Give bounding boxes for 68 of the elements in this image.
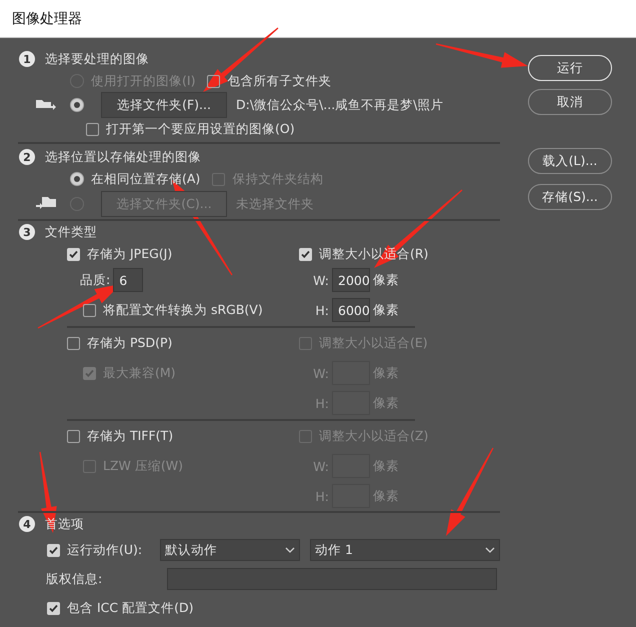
chevron-down-icon <box>485 547 495 553</box>
folder-arrow-icon <box>36 197 56 211</box>
checkbox-label: 调整大小以适合(Z) <box>319 428 428 444</box>
action-set-dropdown[interactable]: 默认动作 <box>160 539 300 561</box>
section-title: 选择要处理的图像 <box>45 50 149 68</box>
section-title: 文件类型 <box>45 224 97 240</box>
settings-button[interactable]: 存储(S)... <box>528 184 612 210</box>
chevron-down-icon <box>285 547 296 553</box>
dropdown-value: 默认动作 <box>165 542 218 558</box>
folder-arrow-icon <box>36 98 56 112</box>
radio-button[interactable] <box>70 172 84 186</box>
checkbox[interactable] <box>207 74 220 88</box>
unit-label: 像素 <box>373 272 399 288</box>
checkbox-label: 包含 ICC 配置文件(D) <box>67 600 194 616</box>
checkbox-label: 将配置文件转换为 sRGB(V) <box>103 302 263 318</box>
section-title: 选择位置以存储处理的图像 <box>45 148 201 166</box>
checkbox-label: 存储为 TIFF(T) <box>87 428 174 444</box>
pixel-field[interactable]: 6000 <box>332 298 370 322</box>
unit-label: 像素 <box>373 394 399 412</box>
checkbox-label: 包含所有子文件夹 <box>227 72 332 90</box>
checkbox[interactable] <box>67 336 80 350</box>
step-number: 3 <box>19 224 35 240</box>
checkbox-label: 调整大小以适合(E) <box>319 334 428 352</box>
checkbox-label: 运行动作(U): <box>67 542 142 558</box>
radio-button[interactable] <box>70 98 84 112</box>
unit-label: 像素 <box>373 488 399 504</box>
quality-label: 品质: <box>80 272 110 288</box>
step-number: 2 <box>19 149 35 165</box>
choose-folder-button[interactable]: 选择文件夹(F)... <box>101 92 227 118</box>
dimension-label: W: <box>312 458 329 474</box>
radio-label: 使用打开的图像(I) <box>91 72 196 90</box>
radio-label: 在相同位置存储(A) <box>91 170 200 188</box>
checkbox[interactable] <box>299 248 312 260</box>
settings-button[interactable]: 载入(L)... <box>528 148 612 174</box>
quality-field[interactable]: 6 <box>113 268 144 292</box>
step-number: 4 <box>19 516 35 532</box>
copyright-field[interactable] <box>167 568 497 590</box>
action-dropdown[interactable]: 动作 1 <box>310 539 500 561</box>
checkbox[interactable] <box>86 122 99 136</box>
dimension-label: W: <box>312 272 329 288</box>
checkbox[interactable] <box>47 602 60 614</box>
unit-label: 像素 <box>373 458 399 474</box>
unit-label: 像素 <box>373 302 399 318</box>
pixel-field[interactable]: 2000 <box>332 268 370 292</box>
dimension-label: H: <box>314 302 329 318</box>
copyright-label: 版权信息: <box>46 570 104 588</box>
unit-label: 像素 <box>373 364 399 382</box>
dropdown-value: 动作 1 <box>315 542 354 558</box>
dimension-label: H: <box>314 396 329 410</box>
folder-path: 未选择文件夹 <box>236 196 314 212</box>
dialog-button[interactable]: 取消 <box>528 89 612 115</box>
checkbox[interactable] <box>83 304 96 316</box>
checkbox-label: 存储为 PSD(P) <box>87 334 172 352</box>
dimension-label: H: <box>314 488 329 504</box>
step-number: 1 <box>19 51 35 67</box>
checkbox[interactable] <box>47 544 60 556</box>
window-title: 图像处理器 <box>12 10 82 28</box>
checkbox[interactable] <box>67 248 80 260</box>
dialog-button[interactable]: 运行 <box>528 55 612 81</box>
checkbox-label: 保持文件夹结构 <box>232 170 324 188</box>
dimension-label: W: <box>312 366 329 380</box>
checkbox[interactable] <box>67 430 80 442</box>
folder-path: D:\微信公众号\...咸鱼不再是梦\照片 <box>236 96 444 114</box>
checkbox-label: 存储为 JPEG(J) <box>87 246 172 262</box>
checkbox-label: 调整大小以适合(R) <box>319 246 428 262</box>
checkbox-label: LZW 压缩(W) <box>103 458 183 474</box>
checkbox-label: 最大兼容(M) <box>103 364 176 382</box>
checkbox-label: 打开第一个要应用设置的图像(O) <box>106 120 295 138</box>
